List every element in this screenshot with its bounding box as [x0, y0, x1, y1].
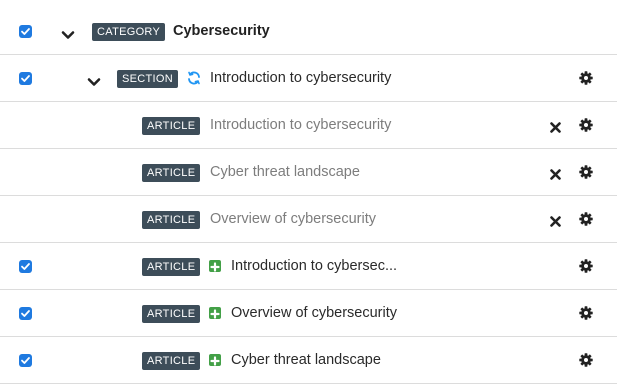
tree-row-article[interactable]: ARTICLE Cyber threat landscape — [0, 149, 617, 196]
gear-icon[interactable] — [579, 306, 593, 320]
gear-icon[interactable] — [579, 259, 593, 273]
tree-row-section[interactable]: SECTION Introduction to cybersecurity — [0, 55, 617, 102]
plus-icon — [209, 260, 221, 272]
chevron-down-icon[interactable] — [61, 27, 75, 39]
article-title[interactable]: Overview of cybersecurity — [210, 210, 376, 229]
article-title[interactable]: Introduction to cybersecurity — [210, 116, 391, 135]
article-badge: ARTICLE — [142, 352, 201, 370]
article-badge: ARTICLE — [142, 305, 201, 323]
gear-icon[interactable] — [579, 165, 593, 179]
content-tree: CATEGORY Cybersecurity SECTION Introduction… — [0, 8, 617, 384]
article-title[interactable]: Introduction to cybersec... — [231, 257, 397, 276]
close-icon[interactable] — [550, 120, 561, 133]
tree-row-article[interactable]: ARTICLE Cyber threat landscape — [0, 337, 617, 384]
chevron-down-icon[interactable] — [87, 74, 101, 86]
row-checkbox[interactable] — [19, 25, 32, 38]
tree-row-article[interactable]: ARTICLE Introduction to cybersec... — [0, 243, 617, 290]
article-badge: ARTICLE — [142, 117, 201, 135]
section-badge: SECTION — [117, 70, 178, 88]
section-title[interactable]: Introduction to cybersecurity — [210, 69, 391, 88]
tree-row-article[interactable]: ARTICLE Overview of cybersecurity — [0, 290, 617, 337]
tree-row-article[interactable]: ARTICLE Overview of cybersecurity — [0, 196, 617, 243]
category-title[interactable]: Cybersecurity — [173, 22, 270, 41]
gear-icon[interactable] — [579, 353, 593, 367]
plus-icon — [209, 354, 221, 366]
sync-icon — [187, 71, 201, 85]
article-title[interactable]: Cyber threat landscape — [231, 351, 381, 370]
category-badge: CATEGORY — [92, 23, 166, 41]
gear-icon[interactable] — [579, 212, 593, 226]
tree-row-category[interactable]: CATEGORY Cybersecurity — [0, 8, 617, 55]
close-icon[interactable] — [550, 214, 561, 227]
article-title[interactable]: Cyber threat landscape — [210, 163, 360, 182]
article-badge: ARTICLE — [142, 258, 201, 276]
row-checkbox[interactable] — [19, 260, 32, 273]
article-title[interactable]: Overview of cybersecurity — [231, 304, 397, 323]
close-icon[interactable] — [550, 167, 561, 180]
row-checkbox[interactable] — [19, 307, 32, 320]
row-checkbox[interactable] — [19, 72, 32, 85]
article-badge: ARTICLE — [142, 211, 201, 229]
gear-icon[interactable] — [579, 118, 593, 132]
plus-icon — [209, 307, 221, 319]
gear-icon[interactable] — [579, 71, 593, 85]
article-badge: ARTICLE — [142, 164, 201, 182]
tree-row-article[interactable]: ARTICLE Introduction to cybersecurity — [0, 102, 617, 149]
row-checkbox[interactable] — [19, 354, 32, 367]
